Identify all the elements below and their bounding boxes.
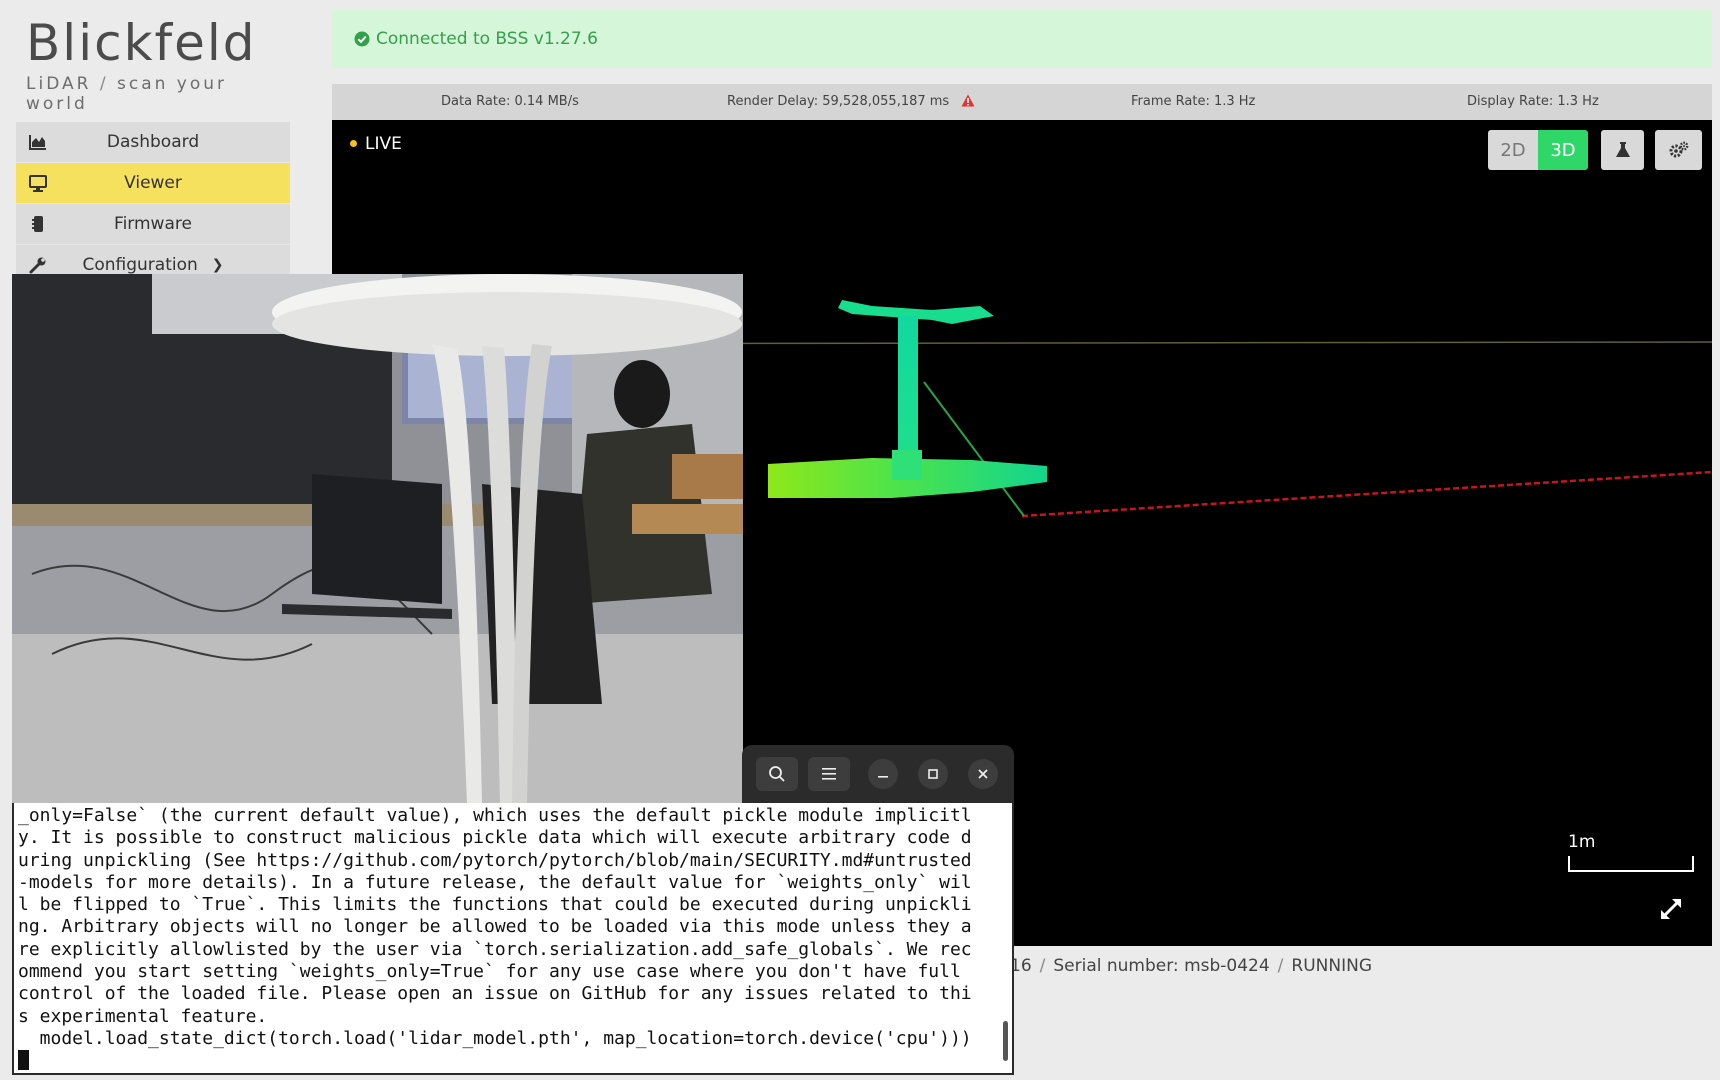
display-rate: Display Rate: 1.3 Hz (1467, 94, 1599, 109)
terminal-line: ommend you start setting `weights_only=T… (18, 961, 961, 983)
terminal-line: _only=False` (the current default value)… (18, 805, 972, 826)
frame-rate: Frame Rate: 1.3 Hz (1131, 94, 1256, 109)
terminal-line: s experimental feature. (18, 1005, 268, 1027)
wrench-icon (29, 257, 46, 274)
brand-tagline: LiDAR / scan your world (26, 74, 296, 114)
device-state: RUNNING (1291, 956, 1372, 976)
search-icon (769, 766, 785, 782)
terminal-titlebar[interactable] (742, 745, 1014, 803)
check-circle-icon (354, 31, 370, 47)
render-delay: Render Delay: 59,528,055,187 ms (727, 94, 975, 109)
warning-triangle-icon (961, 94, 975, 107)
table-base-points (892, 450, 922, 480)
terminal-line: -models for more details). In a future r… (18, 871, 972, 893)
status-separator: / (1277, 956, 1284, 976)
terminal-line: uring unpickling (See https://github.com… (18, 849, 972, 871)
mode-2d-button[interactable]: 2D (1488, 130, 1538, 170)
camera-feed (12, 274, 743, 804)
terminal-line: y. It is possible to construct malicious… (18, 827, 972, 849)
live-label: LIVE (365, 134, 402, 154)
sidebar-nav: Dashboard Viewer Firmware Configuration … (16, 122, 290, 286)
minimize-icon (878, 776, 888, 778)
render-delay-value: Render Delay: 59,528,055,187 ms (727, 94, 950, 109)
sidebar-item-viewer[interactable]: Viewer (16, 163, 290, 204)
mode-3d-button[interactable]: 3D (1538, 130, 1588, 170)
chevron-right-icon: ❯ (211, 257, 224, 273)
close-icon (978, 769, 988, 779)
terminal-line: control of the loaded file. Please open … (18, 983, 972, 1005)
area-chart-icon (29, 135, 46, 150)
terminal-close-button[interactable] (968, 759, 998, 789)
sidebar-item-firmware[interactable]: Firmware (16, 204, 290, 245)
gears-icon (1669, 141, 1688, 158)
flask-button[interactable] (1601, 130, 1644, 170)
live-dot-icon (350, 140, 357, 147)
sidebar-item-label: Dashboard (106, 132, 200, 152)
brand-tagline-separator: / (99, 74, 109, 94)
terminal-minimize-button[interactable] (868, 759, 898, 789)
terminal-menu-button[interactable] (808, 757, 850, 791)
stats-bar: Data Rate: 0.14 MB/s Render Delay: 59,52… (332, 84, 1712, 120)
terminal-line: model.load_state_dict(torch.load('lidar_… (18, 1027, 972, 1049)
scale-label: 1m (1568, 832, 1596, 852)
monitor-icon (29, 175, 47, 192)
sidebar-item-label: Viewer (124, 173, 182, 193)
live-indicator: LIVE (350, 134, 402, 154)
serial-number: Serial number: msb-0424 (1053, 956, 1270, 976)
terminal-line: ng. Arbitrary objects will no longer be … (18, 916, 972, 938)
connection-banner: Connected to BSS v1.27.6 (332, 10, 1712, 68)
brand-tagline-left: LiDAR (26, 74, 92, 94)
sidebar-item-dashboard[interactable]: Dashboard (16, 122, 290, 163)
x-axis-line (1021, 470, 1712, 518)
y-axis-line (923, 381, 1025, 517)
maximize-icon (928, 769, 938, 779)
terminal-cursor (18, 1050, 29, 1071)
terminal-prompt-line[interactable] (18, 1050, 1008, 1072)
settings-button[interactable] (1655, 130, 1702, 170)
terminal-output[interactable]: _only=False` (the current default value)… (18, 805, 1008, 1073)
scale-bar (1568, 856, 1694, 872)
terminal-window[interactable]: _only=False` (the current default value)… (12, 803, 1014, 1075)
terminal-line: re explicitly allowlisted by the user vi… (18, 938, 972, 960)
data-rate: Data Rate: 0.14 MB/s (441, 94, 579, 109)
sidebar-item-label: Firmware (114, 214, 192, 234)
terminal-line: l be flipped to `True`. This limits the … (18, 894, 972, 916)
camera-image (12, 274, 743, 804)
terminal-search-button[interactable] (756, 757, 798, 791)
brand-logo: Blickfeld LiDAR / scan your world (26, 14, 296, 114)
hamburger-menu-icon (822, 768, 836, 780)
status-separator: / (1039, 956, 1046, 976)
sidebar-item-label: Configuration (82, 255, 198, 275)
flask-icon (1615, 142, 1630, 157)
fullscreen-expand-icon[interactable] (1658, 896, 1684, 922)
terminal-maximize-button[interactable] (918, 759, 948, 789)
brand-name: Blickfeld (26, 14, 257, 72)
terminal-scrollbar[interactable] (1003, 1021, 1008, 1061)
connection-status-text: Connected to BSS v1.27.6 (376, 29, 598, 49)
device-status-line: 16/Serial number: msb-0424/RUNNING (1010, 956, 1372, 976)
chip-icon (32, 216, 43, 232)
